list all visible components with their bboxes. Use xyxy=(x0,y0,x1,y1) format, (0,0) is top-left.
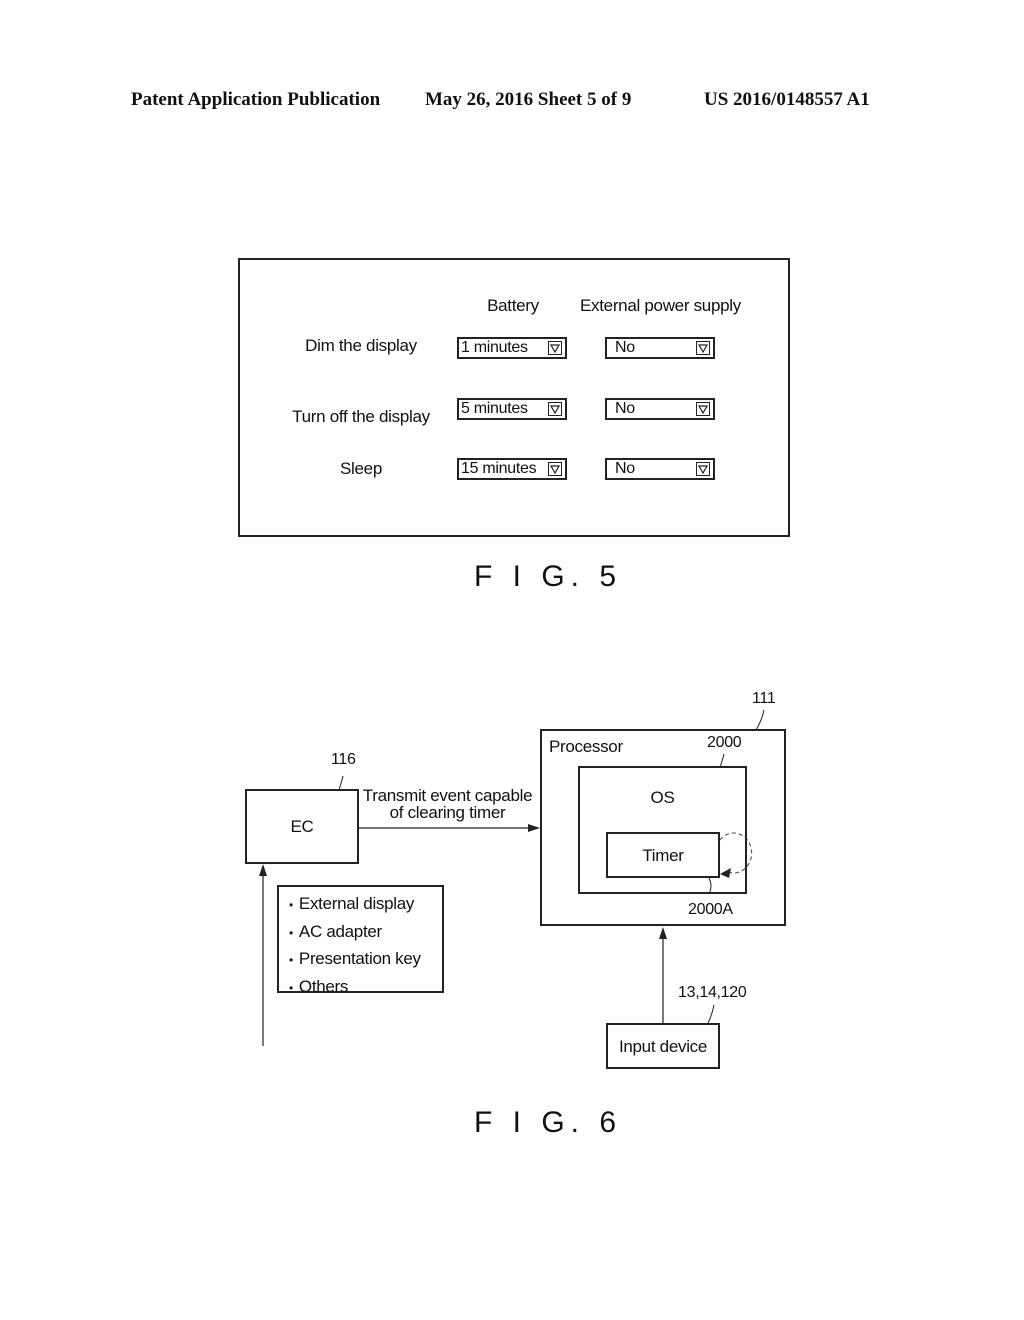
event-list: • External display • AC adapter • Presentat… xyxy=(289,891,442,1001)
event-item: • AC adapter xyxy=(289,921,382,941)
ref-leader-13-14-120 xyxy=(707,1004,715,1024)
processor-label: Processor xyxy=(549,737,623,756)
arrow-label-line2: of clearing timer xyxy=(389,803,506,822)
ec-box: EC xyxy=(245,789,359,864)
os-label: OS xyxy=(650,788,675,807)
input-device-label: Input device xyxy=(618,1037,708,1056)
processor-ref-number: 111 xyxy=(752,690,776,707)
timer-label: Timer xyxy=(642,846,684,865)
event-item: • Others xyxy=(289,976,349,996)
ref-leader-116 xyxy=(338,775,344,791)
arrowhead-icon xyxy=(259,864,267,876)
arrow-label: Transmit event capable of clearing timer xyxy=(360,787,535,821)
arrow-label-line1: Transmit event capable xyxy=(362,786,533,805)
event-item: • External display xyxy=(289,894,415,913)
arrowhead-icon xyxy=(528,824,540,832)
os-ref-number: 2000 xyxy=(707,734,742,751)
timer-box: Timer xyxy=(606,832,720,878)
event-item: • Presentation key xyxy=(289,949,421,968)
input-device-box: Input device xyxy=(606,1023,720,1069)
ref-leader-111 xyxy=(755,709,765,731)
ec-ref-number: 116 xyxy=(331,751,356,768)
arrowhead-icon xyxy=(659,927,667,939)
timer-ref-number: 2000A xyxy=(688,901,733,918)
event-sources-box: • External display • AC adapter • Presentat… xyxy=(277,885,444,996)
input-device-ref-number: 13,14,120 xyxy=(678,984,747,1001)
figure-6-caption: F I G. 6 xyxy=(474,1106,623,1139)
ec-label: EC xyxy=(290,817,314,836)
